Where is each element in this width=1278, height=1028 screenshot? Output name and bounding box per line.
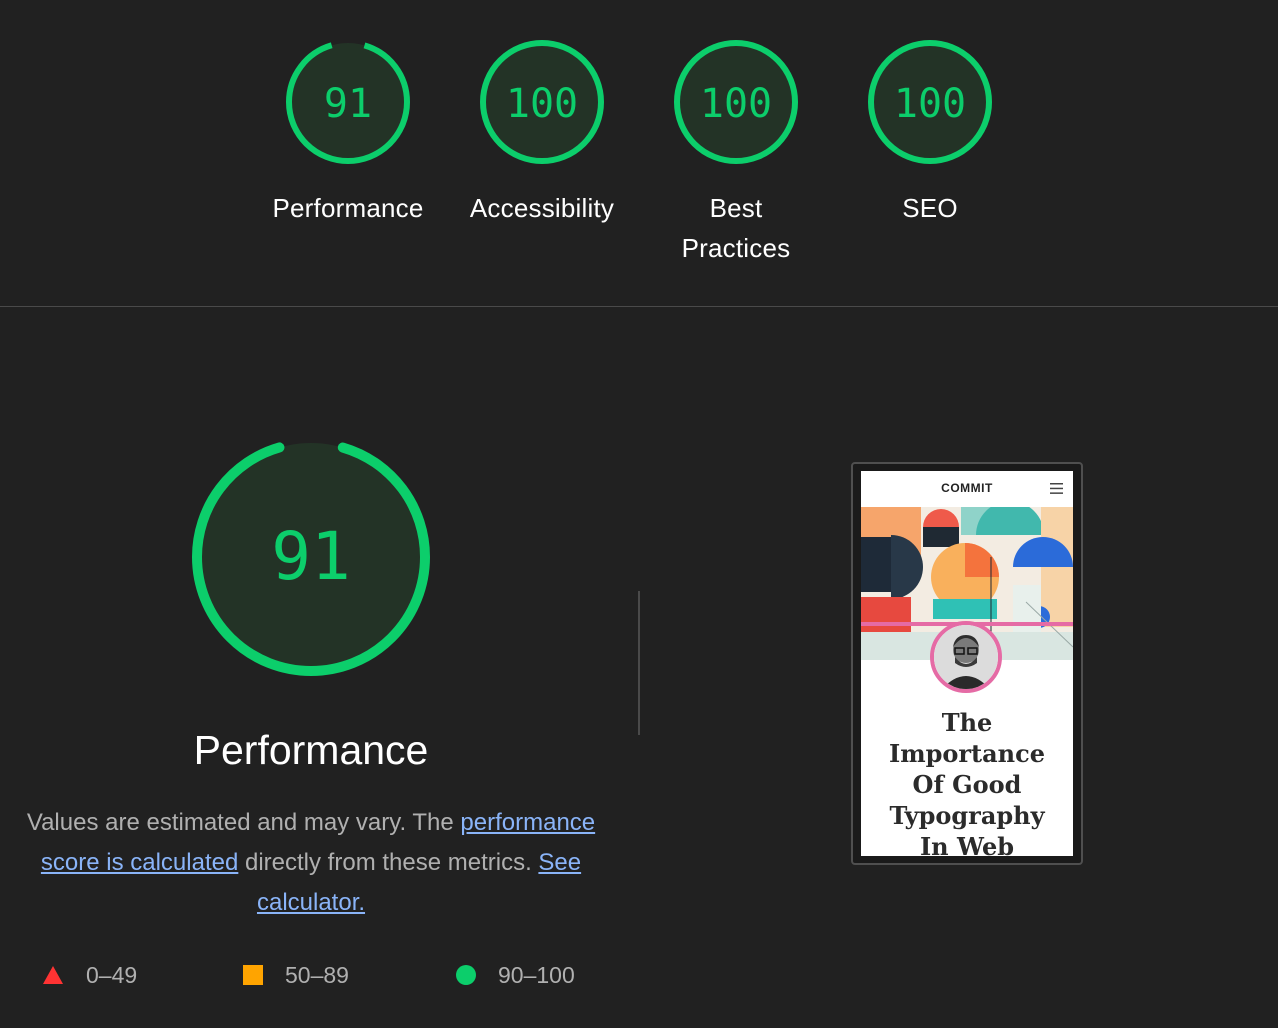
gauge-seo-score: 100	[894, 81, 966, 127]
post-title-line: In Web	[919, 832, 1015, 856]
post-title-line: The	[941, 708, 993, 737]
gauge-accessibility-score: 100	[506, 81, 578, 127]
hamburger-menu-icon	[1050, 483, 1063, 494]
gauge-seo-label: SEO	[902, 193, 958, 223]
performance-score-large: 91	[271, 518, 350, 595]
orange-square-icon	[243, 965, 263, 985]
legend-fail: 0–49	[42, 958, 137, 992]
legend-average-label: 50–89	[285, 961, 349, 988]
site-logo: COMMIT	[941, 481, 993, 495]
final-screenshot[interactable]: COMMIT The Importance Of Good Typography…	[851, 462, 1083, 865]
gauge-performance[interactable]: 91 Performance	[253, 38, 443, 228]
gauge-performance-label: Performance	[272, 193, 424, 223]
gauge-accessibility[interactable]: 100 Accessibility	[447, 38, 637, 228]
site-header: COMMIT	[861, 471, 1073, 507]
gauge-best-practices[interactable]: 100 Best Practices	[641, 38, 831, 268]
legend-fail-label: 0–49	[86, 961, 138, 988]
author-photo	[934, 625, 998, 689]
post-title-line: Of Good	[912, 770, 1022, 799]
desc-prefix: Values are estimated and may vary. The	[26, 809, 461, 836]
post-title: The Importance Of Good Typography In Web	[861, 707, 1073, 856]
legend-pass: 90–100	[456, 958, 575, 992]
gauge-best-practices-label-line2: Practices	[681, 233, 791, 263]
screenshot-screen: COMMIT The Importance Of Good Typography…	[861, 471, 1073, 856]
post-title-line: Typography	[889, 801, 1045, 830]
desc-middle: directly from these metrics.	[238, 849, 539, 876]
gauge-performance-score: 91	[324, 81, 372, 127]
performance-gauge-large: 91	[192, 438, 430, 676]
green-circle-icon	[456, 965, 476, 985]
section-divider	[0, 306, 1278, 307]
gauge-best-practices-ring: 100	[674, 40, 798, 164]
performance-description: Values are estimated and may vary. The p…	[20, 803, 602, 923]
gauge-performance-ring: 91	[286, 40, 410, 164]
legend-average: 50–89	[243, 958, 349, 992]
performance-title: Performance	[193, 727, 429, 773]
gauge-seo-ring: 100	[868, 40, 992, 164]
gauge-best-practices-label-line1: Best	[709, 193, 763, 223]
vertical-divider	[638, 591, 640, 735]
post-title-line: Importance	[888, 739, 1046, 768]
gauge-seo[interactable]: 100 SEO	[835, 38, 1025, 228]
gauge-accessibility-ring: 100	[480, 40, 604, 164]
red-triangle-icon	[43, 966, 63, 984]
gauge-accessibility-label: Accessibility	[469, 193, 615, 223]
author-avatar	[930, 621, 1002, 693]
legend-pass-label: 90–100	[498, 961, 575, 988]
gauge-best-practices-label: Best Practices	[641, 188, 831, 268]
gauge-best-practices-score: 100	[700, 81, 772, 127]
